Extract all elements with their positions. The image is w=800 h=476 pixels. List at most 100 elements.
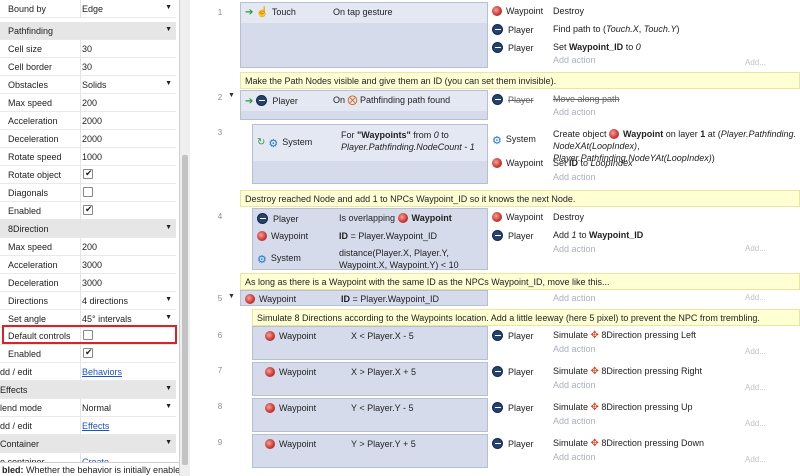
prop-value[interactable]: 30: [82, 62, 92, 72]
prop-value[interactable]: 3000: [82, 260, 102, 270]
event-conditions[interactable]: Waypoint ID = Player.Waypoint_ID: [240, 290, 488, 306]
prop-value[interactable]: Solids: [82, 80, 107, 90]
chevron-down-icon[interactable]: ▼: [165, 80, 172, 87]
condition-row[interactable]: ⚙ System distance(Player.X, Player.Y, Way…: [253, 245, 487, 271]
prop-value[interactable]: 4 directions: [82, 296, 128, 306]
prop-bound-by[interactable]: Bound by Edge ▼: [0, 0, 176, 18]
collapse-icon[interactable]: ▼: [165, 439, 172, 446]
collapse-icon[interactable]: ▼: [228, 293, 235, 300]
scrollbar-thumb[interactable]: [182, 155, 188, 465]
prop-diagonals[interactable]: Diagonals: [0, 184, 176, 202]
comment[interactable]: Destroy reached Node and add 1 to NPCs W…: [240, 190, 800, 207]
add-more-link[interactable]: Add...: [745, 293, 766, 302]
prop-cell-border[interactable]: Cell border 30: [0, 58, 176, 76]
checkbox[interactable]: [83, 187, 93, 197]
add-action-link[interactable]: Add action: [553, 344, 596, 362]
behaviors-link[interactable]: Behaviors: [82, 367, 122, 377]
prop-enabled[interactable]: Enabled: [0, 202, 176, 220]
prop-value[interactable]: 200: [82, 98, 97, 108]
condition-row[interactable]: Waypoint X < Player.X - 5: [253, 327, 487, 347]
add-more-link[interactable]: Add...: [745, 455, 766, 464]
collapse-icon[interactable]: ▼: [165, 26, 172, 33]
prop-deceleration[interactable]: Deceleration 2000: [0, 130, 176, 148]
prop-value[interactable]: 30: [82, 44, 92, 54]
prop-deceleration-8dir[interactable]: Deceleration 3000: [0, 274, 176, 292]
condition-row[interactable]: ➔ ☝ Touch On tap gesture: [241, 3, 487, 23]
checkbox[interactable]: [83, 168, 93, 179]
prop-value[interactable]: 200: [82, 242, 97, 252]
prop-add-edit-behaviors[interactable]: dd / edit Behaviors: [0, 363, 176, 381]
prop-obstacles[interactable]: Obstacles Solids ▼: [0, 76, 176, 94]
event-conditions[interactable]: Waypoint Y < Player.Y - 5: [252, 398, 488, 432]
prop-acceleration[interactable]: Acceleration 2000: [0, 112, 176, 130]
prop-value[interactable]: Normal: [82, 403, 111, 413]
add-action-link[interactable]: Add action: [553, 107, 596, 125]
condition-row[interactable]: Player Is overlapping Waypoint: [253, 209, 487, 229]
chevron-down-icon[interactable]: ▼: [165, 296, 172, 303]
add-action-link[interactable]: Add action: [553, 380, 596, 398]
add-more-link[interactable]: Add...: [745, 419, 766, 428]
comment[interactable]: Make the Path Nodes visible and give the…: [240, 72, 800, 89]
prop-acceleration-8dir[interactable]: Acceleration 3000: [0, 256, 176, 274]
add-action-link[interactable]: Add action: [553, 244, 596, 262]
condition-row[interactable]: Waypoint Y < Player.Y - 5: [253, 399, 487, 419]
condition-object: Waypoint: [265, 439, 316, 449]
chevron-down-icon[interactable]: ▼: [165, 403, 172, 410]
prop-value[interactable]: 3000: [82, 278, 102, 288]
prop-value[interactable]: 45° intervals: [82, 314, 132, 324]
collapse-icon[interactable]: ▼: [165, 385, 172, 392]
checkbox[interactable]: [83, 347, 93, 358]
waypoint-icon: [265, 439, 275, 449]
prop-max-speed-8dir[interactable]: Max speed 200: [0, 238, 176, 256]
section-8direction[interactable]: 8Direction ▼: [0, 220, 176, 238]
chevron-down-icon[interactable]: ▼: [165, 4, 172, 11]
prop-value[interactable]: 2000: [82, 134, 102, 144]
collapse-icon[interactable]: ▼: [165, 224, 172, 231]
add-action-link[interactable]: Add action: [553, 55, 596, 73]
add-more-link[interactable]: Add...: [745, 383, 766, 392]
condition-row[interactable]: ➔ Player On ⨂ Pathfinding path found: [241, 91, 487, 111]
section-container[interactable]: Container ▼: [0, 435, 176, 453]
prop-blend-mode[interactable]: lend mode Normal ▼: [0, 399, 176, 417]
prop-value[interactable]: Edge: [82, 4, 103, 14]
prop-max-speed[interactable]: Max speed 200: [0, 94, 176, 112]
condition-row[interactable]: ↻ ⚙ System For "Waypoints" from 0 to Playe…: [253, 125, 487, 161]
system-gear-icon: ⚙: [257, 254, 267, 266]
prop-add-edit-effects[interactable]: dd / edit Effects: [0, 417, 176, 435]
event-conditions[interactable]: Waypoint Y > Player.Y + 5: [252, 434, 488, 468]
event-conditions[interactable]: Waypoint X > Player.X + 5: [252, 362, 488, 396]
condition-row[interactable]: Waypoint ID = Player.Waypoint_ID: [253, 227, 487, 247]
comment[interactable]: As long as there is a Waypoint with the …: [240, 273, 800, 290]
add-more-link[interactable]: Add...: [745, 347, 766, 356]
condition-row[interactable]: Waypoint X > Player.X + 5: [253, 363, 487, 383]
event-conditions[interactable]: ➔ ☝ Touch On tap gesture: [240, 2, 488, 68]
chevron-down-icon[interactable]: ▼: [165, 314, 172, 321]
add-action-link[interactable]: Add action: [553, 416, 596, 434]
condition-row[interactable]: Waypoint Y > Player.Y + 5: [253, 435, 487, 455]
condition-text: X < Player.X - 5: [351, 331, 414, 341]
checkbox[interactable]: [83, 204, 93, 215]
add-more-link[interactable]: Add...: [745, 244, 766, 253]
prop-value[interactable]: 1000: [82, 152, 102, 162]
condition-row[interactable]: Waypoint ID = Player.Waypoint_ID: [241, 291, 487, 307]
comment[interactable]: Simulate 8 Directions according to the W…: [252, 309, 800, 326]
prop-rotate-object[interactable]: Rotate object: [0, 166, 176, 184]
condition-text: On tap gesture: [333, 7, 393, 17]
prop-enabled-8dir[interactable]: Enabled: [0, 345, 176, 363]
prop-cell-size[interactable]: Cell size 30: [0, 40, 176, 58]
event-conditions[interactable]: ↻ ⚙ System For "Waypoints" from 0 to Playe…: [252, 124, 488, 184]
section-effects[interactable]: Effects ▼: [0, 381, 176, 399]
section-pathfinding[interactable]: Pathfinding ▼: [0, 22, 176, 40]
prop-directions[interactable]: Directions 4 directions ▼: [0, 292, 176, 310]
collapse-icon[interactable]: ▼: [228, 92, 235, 99]
effects-link[interactable]: Effects: [82, 421, 109, 431]
event-conditions[interactable]: Player Is overlapping Waypoint Waypoint …: [252, 208, 488, 270]
action-text: Destroy: [553, 212, 585, 222]
prop-value[interactable]: 2000: [82, 116, 102, 126]
add-action-link[interactable]: Add action: [553, 172, 596, 190]
add-action-link[interactable]: Add action: [553, 452, 596, 470]
event-conditions[interactable]: ➔ Player On ⨂ Pathfinding path found: [240, 90, 488, 120]
event-conditions[interactable]: Waypoint X < Player.X - 5: [252, 326, 488, 360]
add-more-link[interactable]: Add...: [745, 58, 766, 67]
prop-rotate-speed[interactable]: Rotate speed 1000: [0, 148, 176, 166]
